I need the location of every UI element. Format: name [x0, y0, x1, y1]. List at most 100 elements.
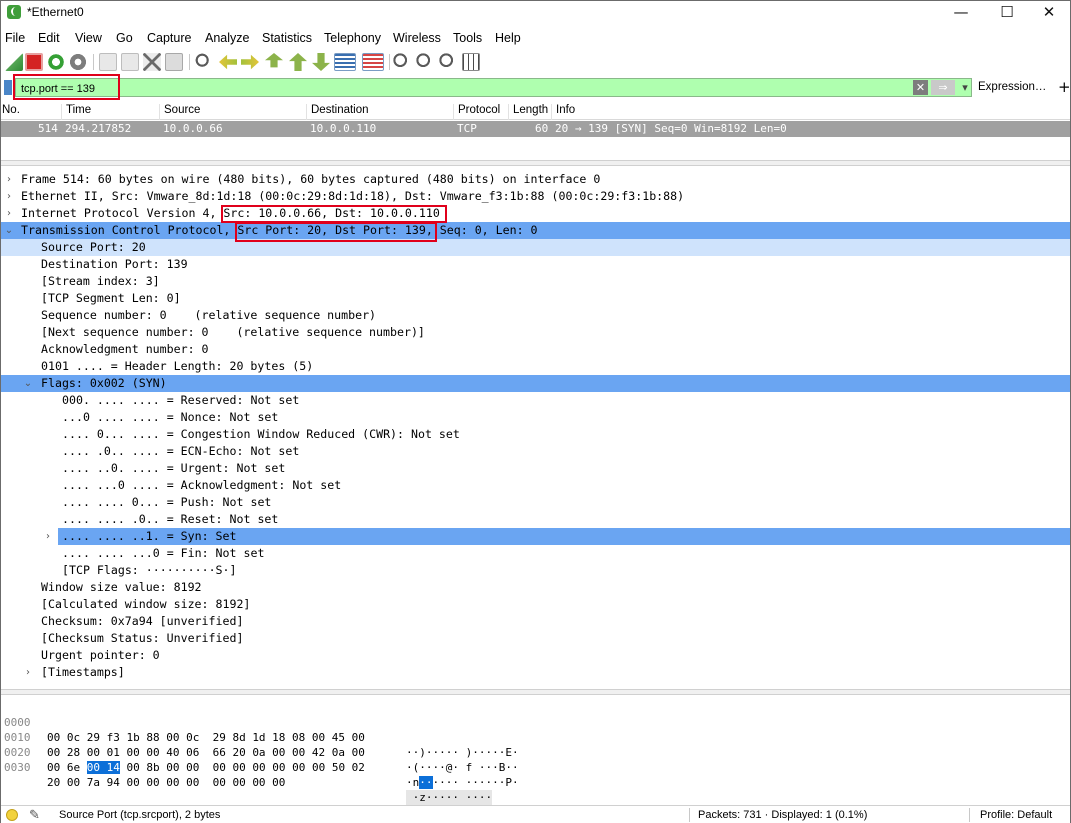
detail-row[interactable]: Destination Port: 139: [1, 256, 1070, 273]
detail-row[interactable]: ⌄ Transmission Control Protocol, Src Port…: [1, 222, 1070, 239]
save-file-icon[interactable]: [121, 53, 139, 71]
restart-icon[interactable]: [47, 53, 65, 71]
detail-row[interactable]: 000. .... .... = Reserved: Not set: [1, 392, 1070, 409]
menu-capture[interactable]: Capture: [147, 31, 191, 45]
colorize-icon[interactable]: [362, 53, 384, 71]
filter-history-dropdown-icon[interactable]: ▾: [958, 80, 972, 95]
detail-row[interactable]: [TCP Segment Len: 0]: [1, 290, 1070, 307]
hex-ascii[interactable]: ·n······ ······P·: [406, 775, 519, 790]
detail-row[interactable]: Acknowledgment number: 0: [1, 341, 1070, 358]
open-file-icon[interactable]: [99, 53, 117, 71]
apply-filter-icon[interactable]: ⇒: [931, 80, 955, 95]
hex-ascii[interactable]: ·(····@· f ···B··: [406, 760, 519, 775]
menu-telephony[interactable]: Telephony: [324, 31, 381, 45]
expand-arrow-icon[interactable]: ›: [23, 664, 33, 681]
menu-tools[interactable]: Tools: [453, 31, 482, 45]
detail-row[interactable]: [Checksum Status: Unverified]: [1, 630, 1070, 647]
menu-edit[interactable]: Edit: [38, 31, 60, 45]
detail-row[interactable]: .... ...0 .... = Acknowledgment: Not set: [1, 477, 1070, 494]
close-button[interactable]: ✕: [1026, 1, 1071, 25]
expand-arrow-icon[interactable]: ›: [4, 205, 14, 222]
expand-arrow-icon[interactable]: ›: [43, 528, 53, 545]
collapse-arrow-icon[interactable]: ⌄: [4, 222, 14, 239]
zoom-out-icon[interactable]: [416, 53, 434, 71]
detail-row[interactable]: 0101 .... = Header Length: 20 bytes (5): [1, 358, 1070, 375]
detail-row[interactable]: › Frame 514: 60 bytes on wire (480 bits),…: [1, 171, 1070, 188]
go-forward-icon[interactable]: [241, 54, 259, 70]
detail-row[interactable]: [Calculated window size: 8192]: [1, 596, 1070, 613]
menu-wireless[interactable]: Wireless: [393, 31, 441, 45]
detail-row[interactable]: [Stream index: 3]: [1, 273, 1070, 290]
status-profile[interactable]: Profile: Default: [980, 809, 1052, 821]
column-source[interactable]: Source: [159, 104, 200, 120]
zoom-in-icon[interactable]: [393, 53, 411, 71]
clear-filter-icon[interactable]: ✕: [913, 80, 928, 95]
detail-row[interactable]: › Ethernet II, Src: Vmware_8d:1d:18 (00:0…: [1, 188, 1070, 205]
close-file-icon[interactable]: [143, 53, 161, 71]
add-filter-button[interactable]: +: [1058, 78, 1071, 96]
display-filter-input[interactable]: [15, 78, 972, 97]
detail-text: [Checksum Status: Unverified]: [41, 631, 244, 645]
detail-row[interactable]: Checksum: 0x7a94 [unverified]: [1, 613, 1070, 630]
pane-splitter[interactable]: [1, 160, 1070, 166]
detail-row[interactable]: › .... .... ..1. = Syn: Set: [46, 528, 1070, 545]
menu-go[interactable]: Go: [116, 31, 133, 45]
edit-comment-icon[interactable]: ✎: [29, 807, 40, 823]
zoom-normal-icon[interactable]: [439, 53, 457, 71]
detail-row[interactable]: Window size value: 8192: [1, 579, 1070, 596]
hex-bytes[interactable]: 20 00 7a 94 00 00 00 00 00 00 00 00: [47, 775, 285, 790]
hex-bytes[interactable]: 00 6e 00 14 00 8b 00 00 00 00 00 00 00 0…: [47, 760, 365, 775]
resize-columns-icon[interactable]: [462, 53, 480, 71]
detail-row[interactable]: .... ..0. .... = Urgent: Not set: [1, 460, 1070, 477]
detail-row[interactable]: Source Port: 20: [1, 239, 1070, 256]
column-info[interactable]: Info: [551, 104, 575, 120]
menu-file[interactable]: File: [5, 31, 25, 45]
menu-view[interactable]: View: [75, 31, 102, 45]
detail-row[interactable]: ⌄ Flags: 0x002 (SYN): [1, 375, 1070, 392]
column-protocol[interactable]: Protocol: [453, 104, 500, 120]
detail-row[interactable]: ...0 .... .... = Nonce: Not set: [1, 409, 1070, 426]
column-time[interactable]: Time: [61, 104, 91, 120]
detail-row[interactable]: .... .... ...0 = Fin: Not set: [1, 545, 1070, 562]
menu-statistics[interactable]: Statistics: [262, 31, 312, 45]
detail-row[interactable]: .... .... .0.. = Reset: Not set: [1, 511, 1070, 528]
capture-status-led-icon[interactable]: [6, 809, 18, 821]
go-last-icon[interactable]: [312, 53, 330, 71]
detail-row[interactable]: Urgent pointer: 0: [1, 647, 1070, 664]
stop-square-icon[interactable]: [25, 53, 43, 71]
detail-row[interactable]: .... 0... .... = Congestion Window Reduc…: [1, 426, 1070, 443]
collapse-arrow-icon[interactable]: ⌄: [23, 375, 33, 392]
detail-row[interactable]: [Next sequence number: 0 (relative seque…: [1, 324, 1070, 341]
column-destination[interactable]: Destination: [306, 104, 369, 120]
menu-help[interactable]: Help: [495, 31, 521, 45]
column-length[interactable]: Length: [508, 104, 548, 120]
detail-text: .... .... ...0 = Fin: Not set: [62, 546, 265, 560]
minimize-button[interactable]: —: [938, 1, 984, 25]
autoscroll-icon[interactable]: [334, 53, 356, 71]
go-back-icon[interactable]: [219, 54, 237, 70]
expression-button[interactable]: Expression…: [978, 81, 1046, 93]
column-no[interactable]: No.: [0, 104, 20, 120]
menu-analyze[interactable]: Analyze: [205, 31, 249, 45]
shark-fin-start-icon[interactable]: [5, 53, 23, 71]
packet-row[interactable]: 514 294.217852 10.0.0.66 10.0.0.110 TCP …: [1, 121, 1070, 137]
detail-row[interactable]: Sequence number: 0 (relative sequence nu…: [1, 307, 1070, 324]
detail-row[interactable]: .... .... 0... = Push: Not set: [1, 494, 1070, 511]
find-icon[interactable]: [195, 53, 213, 71]
detail-row[interactable]: [TCP Flags: ··········S·]: [1, 562, 1070, 579]
expand-arrow-icon[interactable]: ›: [4, 171, 14, 188]
expand-arrow-icon[interactable]: ›: [4, 188, 14, 205]
filter-bookmark-icon[interactable]: [4, 80, 12, 95]
go-first-icon[interactable]: [289, 53, 307, 71]
hex-ascii[interactable]: ·z····· ····: [406, 790, 493, 805]
reload-icon[interactable]: [165, 53, 183, 71]
hex-ascii[interactable]: ··)····· )·····E·: [406, 745, 519, 760]
maximize-button[interactable]: ☐: [984, 1, 1030, 25]
detail-row[interactable]: .... .0.. .... = ECN-Echo: Not set: [1, 443, 1070, 460]
detail-row[interactable]: › Internet Protocol Version 4, Src: 10.0.…: [1, 205, 1070, 222]
detail-row[interactable]: › [Timestamps]: [1, 664, 1070, 681]
options-gear-icon[interactable]: [69, 53, 87, 71]
hex-bytes[interactable]: 00 28 00 01 00 00 40 06 66 20 0a 00 00 4…: [47, 745, 365, 760]
go-to-packet-icon[interactable]: [265, 53, 283, 68]
pane-splitter[interactable]: [1, 689, 1070, 695]
